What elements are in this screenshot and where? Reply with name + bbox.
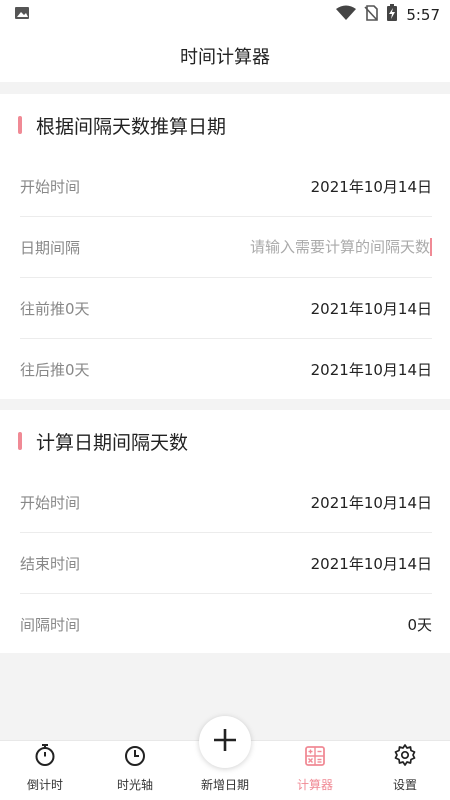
tab-label: 计算器 xyxy=(296,778,333,792)
tab-calculator[interactable]: 计算器 xyxy=(270,741,360,800)
battery-charging-icon xyxy=(386,4,398,26)
interval-result-row: 间隔时间 0天 xyxy=(20,594,432,655)
accent-bar xyxy=(18,432,22,450)
forward-date-value: 2021年10月14日 xyxy=(310,361,432,379)
section-title: 计算日期间隔天数 xyxy=(36,431,189,454)
accent-bar xyxy=(18,116,22,134)
row-label: 往前推0天 xyxy=(20,299,90,318)
tab-label: 时光轴 xyxy=(116,778,153,792)
end-date-row[interactable]: 结束时间 2021年10月14日 xyxy=(20,533,432,594)
image-notification-icon xyxy=(14,5,30,25)
start-date-row[interactable]: 开始时间 2021年10月14日 xyxy=(20,156,432,217)
gear-icon xyxy=(393,743,417,771)
backward-date-row: 往前推0天 2021年10月14日 xyxy=(20,278,432,339)
interval-between-dates-card: 计算日期间隔天数 开始时间 2021年10月14日 结束时间 2021年10月1… xyxy=(0,410,450,653)
stopwatch-icon xyxy=(34,743,56,771)
tab-label: 倒计时 xyxy=(26,778,63,792)
tab-timeline[interactable]: 时光轴 xyxy=(90,741,180,800)
row-label: 日期间隔 xyxy=(20,238,81,257)
calculator-icon xyxy=(304,745,326,771)
forward-date-row: 往后推0天 2021年10月14日 xyxy=(20,339,432,400)
start-date-row[interactable]: 开始时间 2021年10月14日 xyxy=(20,472,432,533)
add-date-button[interactable] xyxy=(199,716,251,768)
section-header: 计算日期间隔天数 xyxy=(0,410,450,472)
start-date-value[interactable]: 2021年10月14日 xyxy=(311,492,432,513)
row-label: 间隔时间 xyxy=(20,616,81,634)
plus-icon xyxy=(212,727,238,757)
tab-label: 设置 xyxy=(392,778,417,792)
tab-label: 新增日期 xyxy=(200,778,249,792)
interval-days-row: 日期间隔 xyxy=(20,217,432,278)
page-title: 时间计算器 xyxy=(180,47,270,68)
clock-icon xyxy=(124,745,146,771)
interval-result-value: 0天 xyxy=(407,616,432,634)
end-date-value[interactable]: 2021年10月14日 xyxy=(311,553,432,574)
no-sim-icon xyxy=(364,5,379,25)
section-header: 根据间隔天数推算日期 xyxy=(0,94,450,156)
tab-countdown[interactable]: 倒计时 xyxy=(0,741,90,800)
row-label: 结束时间 xyxy=(20,554,81,573)
wifi-icon xyxy=(336,5,357,25)
section-title: 根据间隔天数推算日期 xyxy=(36,115,227,138)
status-time: 5:57 xyxy=(406,6,440,24)
backward-date-value: 2021年10月14日 xyxy=(310,299,432,318)
interval-days-input[interactable] xyxy=(202,238,432,256)
date-from-interval-card: 根据间隔天数推算日期 开始时间 2021年10月14日 日期间隔 往前推0天 2… xyxy=(0,94,450,399)
tab-settings[interactable]: 设置 xyxy=(360,741,450,800)
row-label: 往后推0天 xyxy=(20,361,90,379)
row-label: 开始时间 xyxy=(20,493,81,512)
status-bar: 5:57 xyxy=(0,0,450,30)
row-label: 开始时间 xyxy=(20,177,81,196)
app-header: 时间计算器 xyxy=(0,30,450,82)
start-date-value[interactable]: 2021年10月14日 xyxy=(311,176,432,197)
